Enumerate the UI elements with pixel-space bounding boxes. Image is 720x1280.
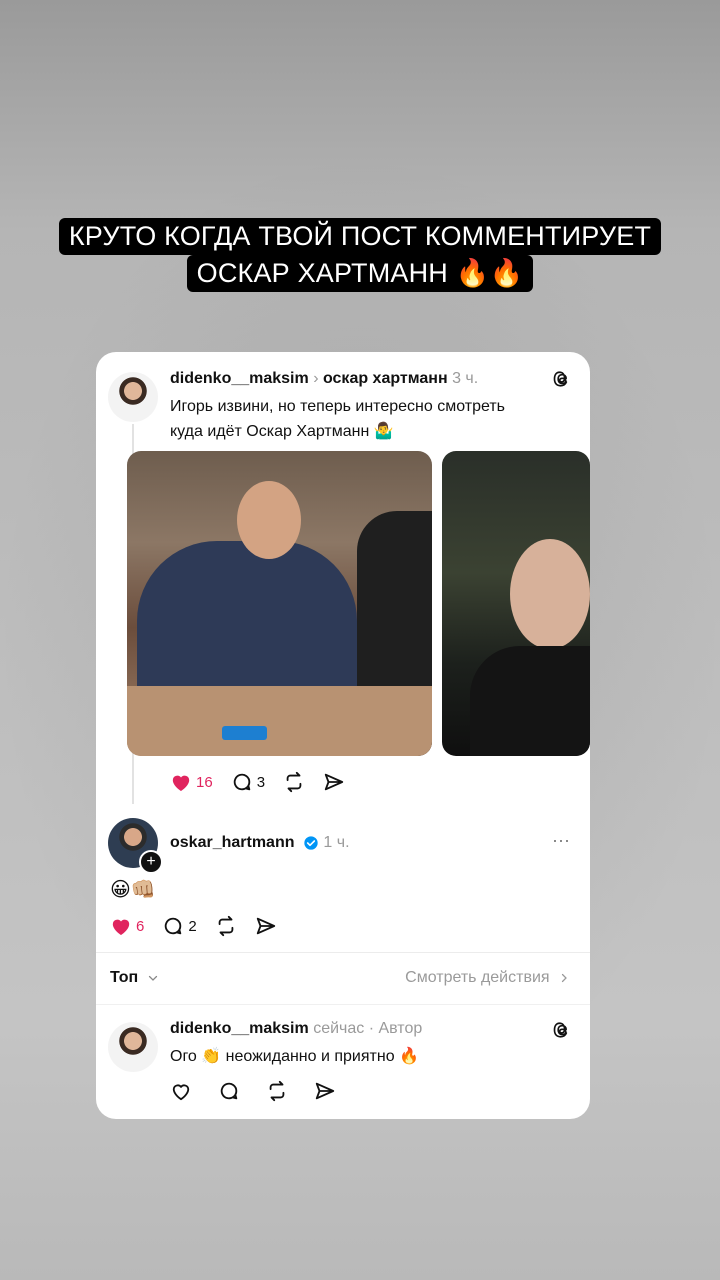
follow-plus-icon[interactable]: + <box>139 850 163 874</box>
repost-icon <box>218 915 234 937</box>
photo-person-suit <box>137 541 357 701</box>
comment-like-count: 6 <box>136 917 145 935</box>
comment-author[interactable]: oskar_hartmann <box>170 834 295 851</box>
post-comment-count: 3 <box>256 773 266 791</box>
post-photo-2[interactable] <box>442 451 590 756</box>
reply-text: Ого 👏 неожиданно и приятно 🔥 <box>170 1048 419 1065</box>
threads-logo-icon[interactable] <box>552 1020 572 1040</box>
reply-share-button[interactable] <box>314 1080 336 1102</box>
reply-repost-button[interactable] <box>266 1080 288 1102</box>
reply-like-button[interactable] <box>170 1081 192 1101</box>
sort-label: Топ <box>110 969 139 986</box>
reply-header: didenko__maksim сейчас · Автор <box>170 1020 422 1038</box>
photo-person-face <box>237 481 301 559</box>
chevron-right-icon <box>561 973 567 982</box>
heart-filled-icon <box>112 919 130 936</box>
comment-share-button[interactable] <box>255 915 277 937</box>
threads-card[interactable]: didenko__maksim › оскар хартманн 3 ч. Иг… <box>96 352 590 1119</box>
repost-icon <box>269 1080 285 1102</box>
caption-line-1: КРУТО КОГДА ТВОЙ ПОСТ КОММЕНТИРУЕТ <box>58 218 662 255</box>
comment-time: 1 ч. <box>323 834 350 851</box>
author-avatar[interactable] <box>108 372 158 422</box>
comment-like-button[interactable]: 6 <box>110 916 144 936</box>
post-repost-button[interactable] <box>283 771 305 793</box>
post-actions: 16 3 <box>170 771 363 793</box>
send-icon <box>315 1082 335 1100</box>
send-icon <box>324 773 344 791</box>
reply-actions <box>170 1080 354 1102</box>
reply-meta: сейчас · Автор <box>313 1020 423 1037</box>
caption-line-2: ОСКАР ХАРТМАНН 🔥🔥 <box>186 255 534 292</box>
story-caption: КРУТО КОГДА ТВОЙ ПОСТ КОММЕНТИРУЕТ ОСКАР… <box>0 218 720 292</box>
comment-reply-button[interactable]: 2 <box>162 915 197 937</box>
post-header: didenko__maksim › оскар хартманн 3 ч. <box>170 370 478 388</box>
comment-icon <box>233 773 250 791</box>
reply-author[interactable]: didenko__maksim <box>170 1020 309 1037</box>
post-photo-1[interactable] <box>127 451 432 756</box>
more-options-icon[interactable]: ··· <box>552 830 570 851</box>
reply-author-avatar[interactable] <box>108 1022 158 1072</box>
photo-table <box>127 686 432 756</box>
heart-outline-icon <box>172 1084 190 1101</box>
post-like-button[interactable]: 16 <box>170 772 213 792</box>
comment-icon <box>165 917 182 935</box>
comment-icon <box>220 1082 238 1100</box>
divider-top <box>96 952 590 953</box>
divider-bottom <box>96 1004 590 1005</box>
comment-text: 😀👊🏼 <box>110 879 156 901</box>
photo2-jacket <box>470 646 590 756</box>
comment-reply-count: 2 <box>188 917 197 935</box>
reply-comment-button[interactable] <box>218 1080 240 1102</box>
send-icon <box>256 917 275 935</box>
post-text-line-2: куда идёт Оскар Хартманн 🤷‍♂️ <box>170 423 394 440</box>
post-like-count: 16 <box>196 773 213 791</box>
view-activity-label: Смотреть действия <box>405 969 550 986</box>
heart-filled-icon <box>172 775 190 792</box>
chevron-down-icon <box>148 975 157 981</box>
threads-logo-icon[interactable] <box>552 369 572 389</box>
sort-dropdown[interactable]: Топ <box>110 969 159 987</box>
chevron-right-icon: › <box>313 370 323 387</box>
verified-badge-icon <box>304 836 318 850</box>
post-comment-button[interactable]: 3 <box>231 771 265 793</box>
post-author[interactable]: didenko__maksim <box>170 370 309 387</box>
comment-header: oskar_hartmann 1 ч. <box>170 834 350 852</box>
post-share-button[interactable] <box>323 771 345 793</box>
post-text-line-1: Игорь извини, но теперь интересно смотре… <box>170 398 506 415</box>
comment-repost-button[interactable] <box>215 915 237 937</box>
photo-phone <box>222 726 267 740</box>
repost-icon <box>286 771 302 793</box>
post-text: Игорь извини, но теперь интересно смотре… <box>170 394 505 444</box>
view-activity-link[interactable]: Смотреть действия <box>405 969 570 987</box>
photo2-face <box>510 539 590 649</box>
post-reply-to[interactable]: оскар хартманн <box>323 370 448 387</box>
post-time: 3 ч. <box>452 370 479 387</box>
comment-actions: 6 2 <box>110 915 295 937</box>
